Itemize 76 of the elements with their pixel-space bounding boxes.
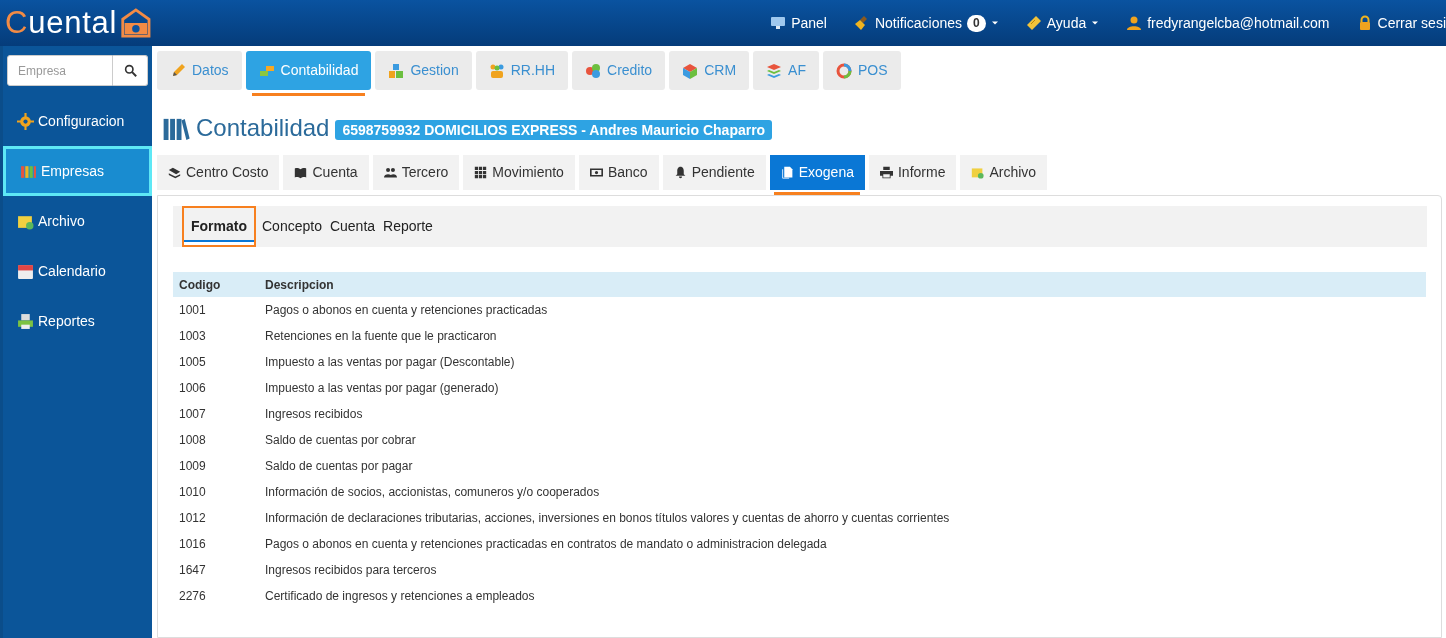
- printer-icon: [17, 312, 34, 330]
- table-cell-text: 1007: [178, 406, 207, 423]
- sidebar-item[interactable]: Configuracion: [3, 96, 152, 146]
- table-cell-text: Información de declaraciones tributarias, acciones, inversiones en bonos títulos valores y cuentas de ahorro y cuentas corrientes: [264, 510, 951, 527]
- section-tab[interactable]: Tercero: [372, 155, 460, 191]
- table-cell-text: 1003: [178, 328, 207, 345]
- sidebar-item[interactable]: Archivo: [3, 196, 152, 246]
- sub-tab[interactable]: Concepto: [258, 206, 326, 247]
- section-tab[interactable]: Informe: [868, 155, 957, 191]
- circles-icon: [585, 62, 601, 79]
- table-cell-text: 2276: [178, 588, 207, 605]
- column-header: Codigo: [173, 272, 259, 297]
- table-cell-text: 1647: [178, 562, 207, 579]
- sidebar-item[interactable]: Reportes: [3, 296, 152, 346]
- table-cell-text: Saldo de cuentas por pagar: [264, 458, 414, 475]
- count-badge: 0: [967, 14, 986, 32]
- pencil-icon: [170, 62, 186, 79]
- users-icon: [383, 166, 397, 180]
- sub-tab[interactable]: Formato: [182, 206, 256, 247]
- table-cell-text: 1006: [178, 380, 207, 397]
- sub-tab[interactable]: Cuenta: [325, 206, 380, 247]
- table-cell: Pagos o abonos en cuenta y retenciones practicadas: [259, 297, 1426, 323]
- calendar-icon: [17, 262, 34, 280]
- table-cell-text: Impuesto a las ventas por pagar (generado): [264, 380, 500, 397]
- search-icon: [123, 64, 137, 77]
- section-tab[interactable]: Cuenta: [283, 155, 369, 191]
- nav-link[interactable]: Panel: [770, 12, 827, 34]
- sidebar-item[interactable]: Calendario: [3, 246, 152, 296]
- section-tab[interactable]: Centro Costo: [157, 155, 280, 191]
- search-field[interactable]: Empresa: [7, 55, 113, 86]
- logo-text: Cuental: [5, 3, 118, 42]
- monitor-icon: [770, 15, 787, 31]
- layers-icon: [766, 62, 783, 79]
- table-cell-text: 1010: [178, 484, 207, 501]
- section-tab[interactable]: Banco: [578, 155, 659, 191]
- ticket-icon: [1025, 15, 1042, 31]
- table-cell-text: Información de socios, accionistas, comuneros y/o cooperados: [264, 484, 601, 501]
- column-header: Descripcion: [259, 272, 1426, 297]
- book-icon: [294, 166, 308, 180]
- table-cell-text: 1008: [178, 432, 207, 449]
- nav-link[interactable]: Cerrar sesi: [1356, 12, 1446, 34]
- company-label: 6598759932 DOMICILIOS EXPRESS - Andres Mauricio Chaparro: [335, 120, 773, 140]
- table-cell-text: 1009: [178, 458, 207, 475]
- table-cell-text: 1005: [178, 354, 207, 371]
- sidebar-item[interactable]: Empresas: [3, 146, 152, 196]
- table-cell-text: Impuesto a las ventas por pagar (Descontable): [264, 354, 516, 371]
- bell-icon: [673, 166, 687, 180]
- people-icon: [488, 62, 505, 79]
- page-title: Contabilidad: [196, 116, 330, 140]
- nav-link[interactable]: fredyrangelcba@hotmail.com: [1126, 12, 1330, 34]
- table-cell-text: Ingresos recibidos: [264, 406, 364, 423]
- grid-icon: [474, 166, 488, 180]
- table-cell-text: Saldo de cuentas por cobrar: [264, 432, 417, 449]
- table-cell-text: 1012: [178, 510, 207, 527]
- cube-icon: [682, 62, 699, 79]
- printer-icon: [879, 166, 893, 180]
- sub-tab[interactable]: Reporte: [379, 206, 437, 247]
- banknote-icon: [589, 166, 603, 180]
- section-tab[interactable]: Pendiente: [662, 155, 766, 191]
- table-cell-text: 1016: [178, 536, 207, 553]
- table-cell-text: Certificado de ingresos y retenciones a empleados: [264, 588, 536, 605]
- table-cell-text: Retenciones en la fuente que le practicaron: [264, 328, 498, 345]
- stack-icon: [168, 166, 181, 180]
- user-icon: [1126, 15, 1143, 31]
- search-button[interactable]: [113, 55, 148, 86]
- table-cell: 1001: [173, 297, 259, 323]
- table-cell-text: Ingresos recibidos para terceros: [264, 562, 438, 579]
- section-tab[interactable]: Movimiento: [463, 155, 575, 191]
- table-cell-text: Pagos o abonos en cuenta y retenciones practicadas en contratos de mandato o administracion delegada: [264, 536, 828, 553]
- copy-icon: [780, 166, 794, 180]
- section-tab[interactable]: Exogena: [769, 155, 865, 191]
- ring-icon: [835, 62, 852, 79]
- section-tab[interactable]: Archivo: [960, 155, 1048, 191]
- blocks-icon: [388, 62, 405, 79]
- nav-link[interactable]: Notificaciones 0: [853, 12, 999, 34]
- nav-link[interactable]: Ayuda: [1025, 12, 1100, 34]
